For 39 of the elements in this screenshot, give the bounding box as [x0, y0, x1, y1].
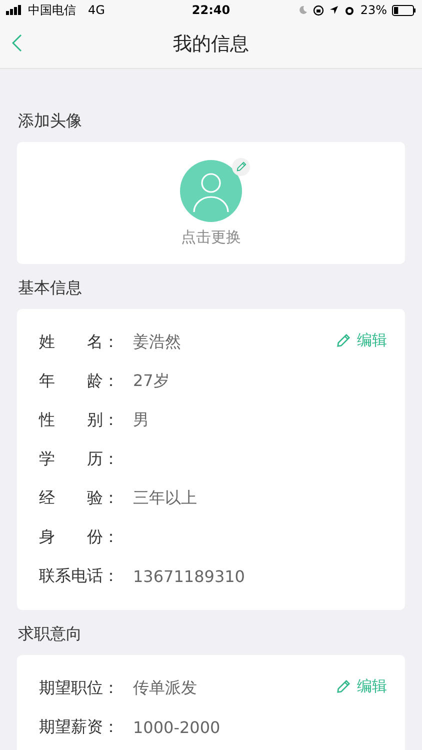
field-value: 三年以上: [133, 488, 197, 509]
lock-rotation-icon: [313, 4, 324, 16]
change-hint: 点击更换: [181, 228, 241, 246]
section-title: 基本信息: [17, 277, 83, 299]
location-icon: [329, 5, 340, 15]
back-icon: [12, 34, 22, 52]
field-label: 期望职位：: [39, 678, 120, 699]
page-title: 我的信息: [173, 32, 249, 57]
edit-button[interactable]: 编辑: [336, 677, 387, 696]
field-label: 经 验：: [39, 488, 120, 509]
edit-badge[interactable]: [232, 158, 250, 176]
field-label: 学 历：: [39, 449, 120, 470]
pencil-icon: [336, 333, 351, 348]
field-label: 年 龄：: [39, 371, 120, 392]
field-label: 姓 名：: [39, 332, 120, 353]
field-label: 期望薪资：: [39, 717, 120, 738]
field-value: 1000-2000: [133, 718, 220, 737]
field-value: 男: [133, 410, 149, 431]
pencil-icon: [236, 161, 246, 172]
network-text: 4G: [88, 3, 105, 17]
section-title: 求职意向: [17, 623, 83, 645]
time-text: 22:40: [192, 3, 230, 17]
moon-icon: [298, 5, 308, 15]
pencil-icon: [336, 679, 351, 694]
battery-icon: [392, 4, 416, 16]
carrier-text: 中国电信: [28, 2, 76, 18]
edit-button[interactable]: 编辑: [336, 331, 387, 350]
signal-icon: [6, 5, 24, 15]
field-label: 联系电话：: [39, 566, 120, 587]
field-value: 传单派发: [133, 678, 197, 699]
section-title: 添加头像: [17, 110, 83, 132]
field-label: 身 份：: [39, 527, 120, 548]
battery-percent: 23%: [360, 3, 388, 17]
alarm-icon: [344, 4, 356, 16]
field-value: 13671189310: [133, 567, 245, 586]
field-label: 性 别：: [39, 410, 120, 431]
field-value: 27岁: [133, 371, 170, 392]
back-button[interactable]: [10, 32, 24, 54]
field-value: 姜浩然: [133, 332, 181, 353]
